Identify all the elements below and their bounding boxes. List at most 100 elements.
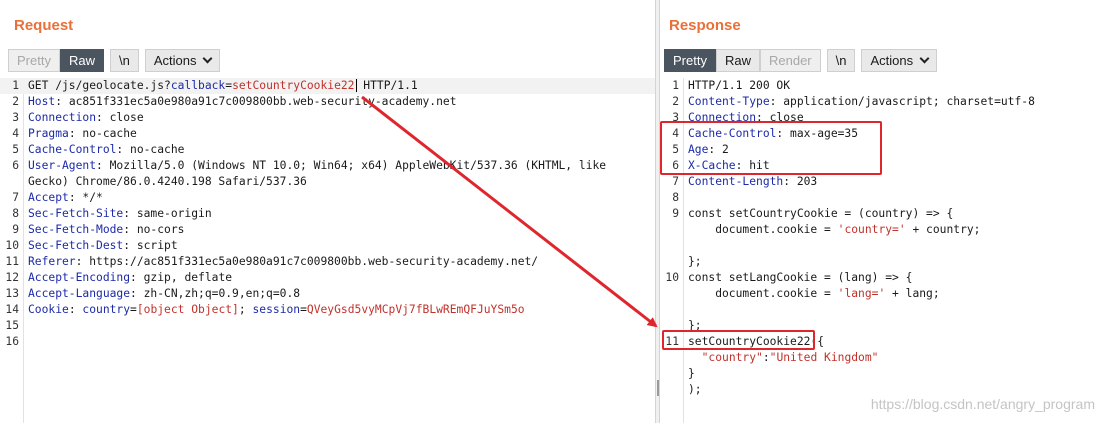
code-text: Sec-Fetch-Dest: script — [28, 238, 178, 254]
header-name: Accept — [28, 191, 69, 204]
code-text: User-Agent: Mozilla/5.0 (Windows NT 10.0… — [28, 158, 606, 174]
request-editor[interactable]: 1 GET /js/geolocate.js?callback = setCountr… — [0, 78, 655, 423]
code-line: } — [660, 366, 1103, 382]
line-number: 2 — [672, 95, 679, 108]
line-number: 15 — [5, 319, 19, 332]
response-toolbar: Pretty Raw Render \n Actions — [664, 49, 938, 72]
annotation-box-callback-output — [662, 330, 815, 350]
line-number: 8 — [672, 191, 679, 204]
request-actions-button[interactable]: Actions — [144, 49, 221, 72]
code-line: 12 Accept-Encoding: gzip, deflate — [0, 270, 655, 286]
response-actions-button[interactable]: Actions — [861, 49, 938, 72]
line-number: 1 — [12, 79, 19, 92]
code-line: "country":"United Kingdom" — [660, 350, 1103, 366]
code-line: 9 Sec-Fetch-Mode: no-cors — [0, 222, 655, 238]
code-line: 1 HTTP/1.1 200 OK — [660, 78, 1103, 94]
request-title: Request — [14, 17, 74, 34]
header-name: country — [82, 303, 131, 316]
code-token: : — [762, 351, 770, 364]
line-number: 7 — [12, 191, 19, 204]
line-number: 16 — [5, 335, 19, 348]
request-tab-raw[interactable]: Raw — [59, 49, 104, 72]
line-number: 10 — [5, 239, 19, 252]
code-line: 6 User-Agent: Mozilla/5.0 (Windows NT 10.… — [0, 158, 655, 174]
header-name: Pragma — [28, 127, 69, 140]
header-name: Referer — [28, 255, 76, 268]
line-number: 9 — [12, 223, 19, 236]
code-line: 16 — [0, 334, 655, 350]
code-token: = — [130, 303, 137, 316]
highlighted-value: [object Object] — [136, 303, 239, 316]
watermark: https://blog.csdn.net/angry_program — [870, 396, 1095, 412]
line-number: 9 — [672, 207, 679, 220]
response-newline-toggle[interactable]: \n — [826, 49, 856, 72]
code-text: Sec-Fetch-Mode: no-cors — [28, 222, 184, 238]
line-number: 10 — [665, 271, 679, 284]
header-name: Sec-Fetch-Site — [28, 207, 124, 220]
code-line: 9 const setCountryCookie = (country) => { — [660, 206, 1103, 222]
request-lines: 1 GET /js/geolocate.js?callback = setCountr… — [0, 78, 655, 350]
code-text: const setCountryCookie = (country) => { — [688, 206, 953, 222]
line-number: 1 — [672, 79, 679, 92]
code-text: Sec-Fetch-Site: same-origin — [28, 206, 212, 222]
code-line: 11 Referer: https://ac851f331ec5a0e980a91… — [0, 254, 655, 270]
code-token: HTTP/1.1 200 OK — [688, 79, 791, 92]
header-name: Cookie — [28, 303, 69, 316]
highlighted-value: setCountryCookie22 — [232, 79, 355, 92]
line-number: 4 — [12, 127, 19, 140]
code-token: + country; — [905, 223, 981, 236]
request-newline-toggle[interactable]: \n — [109, 49, 139, 72]
annotation-box-cache-headers — [660, 121, 882, 175]
code-token: } — [688, 367, 695, 380]
code-text: HTTP/1.1 200 OK — [688, 78, 790, 94]
code-text: document.cookie = 'lang=' + lang; — [688, 286, 940, 302]
code-line: 2 Host: ac851f331ec5a0e980a91c7c009800bb.… — [0, 94, 655, 110]
response-actions-label: Actions — [870, 53, 914, 68]
chevron-down-icon — [203, 53, 213, 64]
code-line: Gecko) Chrome/86.0.4240.198 Safari/537.3… — [0, 174, 655, 190]
request-toolbar: Pretty Raw \n Actions — [8, 49, 221, 72]
request-tab-pretty[interactable]: Pretty — [8, 49, 60, 72]
response-title: Response — [669, 17, 741, 34]
code-line: document.cookie = 'lang=' + lang; — [660, 286, 1103, 302]
code-text: const setLangCookie = (lang) => { — [688, 270, 912, 286]
code-line: 10 Sec-Fetch-Dest: script — [0, 238, 655, 254]
response-panel: Response Pretty Raw Render \n Actions 1H… — [660, 0, 1103, 423]
line-number: 8 — [12, 207, 19, 220]
code-line: 5 Cache-Control: no-cache — [0, 142, 655, 158]
splitter-grip-icon[interactable] — [657, 380, 659, 396]
code-token: + lang; — [885, 287, 940, 300]
header-name: Accept-Language — [28, 287, 131, 300]
header-name: Sec-Fetch-Mode — [28, 223, 124, 236]
code-token: ); — [688, 383, 702, 396]
code-text: Cookie: country=[object Object]; session… — [28, 302, 525, 318]
code-line: 14 Cookie: country=[object Object]; sessi… — [0, 302, 655, 318]
code-text: Accept-Language: zh-CN,zh;q=0.9,en;q=0.8 — [28, 286, 300, 302]
line-number: 6 — [12, 159, 19, 172]
header-name: Accept-Encoding — [28, 271, 131, 284]
code-token: : Mozilla/5.0 (Windows NT 10.0; Win64; x… — [96, 159, 607, 172]
code-text: ); — [688, 382, 702, 398]
response-tab-raw[interactable]: Raw — [715, 49, 760, 72]
code-token: : no-cache — [116, 143, 185, 156]
code-text: Connection: close — [28, 110, 144, 126]
code-line: document.cookie = 'country=' + country; — [660, 222, 1103, 238]
header-name: User-Agent — [28, 159, 97, 172]
header-name: Connection — [28, 111, 97, 124]
code-token: : no-cache — [68, 127, 137, 140]
code-line: 1 GET /js/geolocate.js?callback=setCountr… — [0, 78, 655, 94]
code-line: 7 Accept: */* — [0, 190, 655, 206]
request-actions-label: Actions — [153, 53, 197, 68]
code-line: 8 Sec-Fetch-Site: same-origin — [0, 206, 655, 222]
code-line: 7 Content-Length: 203 — [660, 174, 1103, 190]
response-tab-pretty[interactable]: Pretty — [664, 49, 716, 72]
code-token: : script — [123, 239, 178, 252]
code-text: document.cookie = 'country=' + country; — [688, 222, 980, 238]
response-tab-render[interactable]: Render — [759, 49, 821, 72]
header-name: callback — [170, 79, 226, 92]
code-token: GET /js/geolocate.js? — [28, 79, 171, 92]
code-text: Content-Length: 203 — [688, 174, 817, 190]
line-number: 5 — [12, 143, 19, 156]
